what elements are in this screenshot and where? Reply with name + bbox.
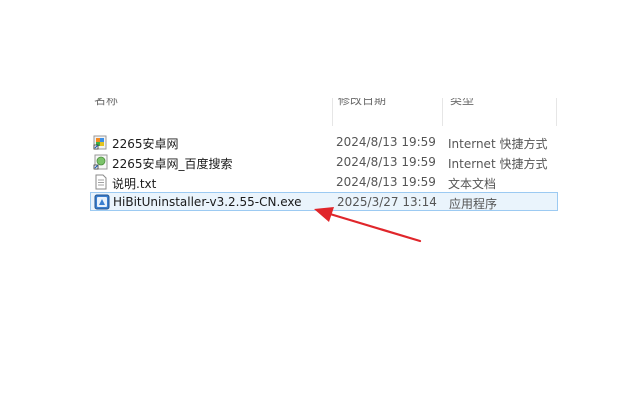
file-row[interactable]: 2265安卓网_百度搜索 2024/8/13 19:59 Internet 快捷…	[90, 153, 558, 172]
internet-shortcut-icon	[93, 154, 108, 170]
file-date: 2024/8/13 19:59	[336, 175, 436, 189]
file-name: 说明.txt	[112, 177, 157, 191]
column-separator[interactable]	[556, 98, 557, 126]
file-name: 2265安卓网_百度搜索	[112, 157, 233, 171]
application-icon	[94, 194, 110, 210]
file-name: HiBitUninstaller-v3.2.55-CN.exe	[113, 195, 302, 209]
internet-shortcut-icon	[93, 135, 107, 150]
file-date: 2024/8/13 19:59	[336, 155, 436, 169]
column-header-name[interactable]: 名称	[94, 98, 118, 108]
column-header-row: 名称 修改日期 类型	[82, 98, 560, 126]
file-row-selected[interactable]: HiBitUninstaller-v3.2.55-CN.exe 2025/3/2…	[90, 192, 558, 211]
text-document-icon	[95, 174, 107, 190]
file-row[interactable]: 2265安卓网 2024/8/13 19:59 Internet 快捷方式	[90, 133, 558, 152]
column-separator[interactable]	[442, 98, 443, 126]
file-type: 文本文档	[448, 177, 497, 191]
file-type: Internet 快捷方式	[448, 137, 548, 151]
column-separator[interactable]	[332, 98, 333, 126]
file-date: 2025/3/27 13:14	[337, 195, 437, 209]
file-name: 2265安卓网	[112, 137, 179, 151]
file-type: 应用程序	[449, 197, 498, 211]
file-row[interactable]: 说明.txt 2024/8/13 19:59 文本文档	[90, 173, 558, 192]
column-header-date[interactable]: 修改日期	[338, 98, 386, 108]
file-date: 2024/8/13 19:59	[336, 135, 436, 149]
column-header-type[interactable]: 类型	[450, 98, 474, 108]
file-type: Internet 快捷方式	[448, 157, 548, 171]
